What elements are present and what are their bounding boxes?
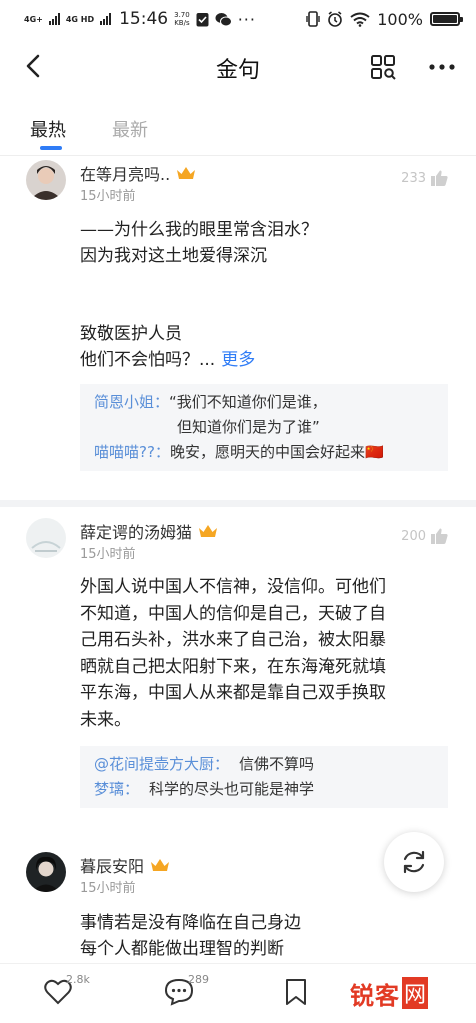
reply-item[interactable]: 简恩小姐： “我们不知道你们是谁， 但知道你们是为了谁”	[94, 390, 434, 440]
comment-body: ——为什么我的眼里常含泪水？ 因为我对这土地爱得深沉 致敬医护人员 他们不会怕吗…	[80, 217, 452, 373]
network-type-2: 4G HD	[65, 14, 95, 24]
bottom-action-bar: 2.8k 289 锐客网	[0, 963, 476, 1023]
comment-item: 薛定谔的汤姆猫 15小时前 200 外国人说中国人不信神，没信仰。可他们 不知道…	[0, 518, 476, 828]
comment-line	[80, 269, 452, 295]
reply-box[interactable]: @花间提壶方大厨： 信佛不算吗 梦璃： 科学的尽头也可能是神学	[80, 746, 448, 808]
comment-line: 因为我对这土地爱得深沉	[80, 246, 267, 266]
tab-hot[interactable]: 最热	[30, 116, 66, 142]
avatar[interactable]	[26, 160, 66, 200]
battery-percent: 100%	[377, 9, 423, 29]
comment-line: 事情若是没有降临在自己身边	[80, 913, 301, 933]
speed-value: 3.70	[174, 11, 190, 19]
divider	[0, 500, 476, 507]
comment-line: 外国人说中国人不信神，没信仰。可他们	[80, 577, 386, 597]
comment-button[interactable]: 289	[164, 973, 224, 1008]
comment-line: 每个人都能做出理智的判断	[80, 939, 284, 959]
watermark-logo: 锐客网	[350, 976, 429, 1010]
tab-bar: 最热 最新	[0, 100, 476, 156]
comment-time: 15小时前	[80, 547, 136, 562]
crown-icon	[199, 525, 218, 537]
comment-line: 己用石头补，洪水来了自己治，被太阳暴	[80, 630, 386, 650]
user-name[interactable]: 薛定谔的汤姆猫	[80, 519, 218, 543]
reply-text-line: “我们不知道你们是谁，	[169, 393, 327, 411]
reply-text: 信佛不算吗	[239, 755, 315, 773]
reply-item[interactable]: 梦璃： 科学的尽头也可能是神学	[94, 777, 434, 802]
reply-user[interactable]: 简恩小姐：	[94, 390, 169, 440]
like-count: 200	[401, 528, 426, 544]
user-name-text[interactable]: 暮辰安阳	[80, 853, 144, 877]
like-count: 2.8k	[66, 973, 90, 986]
comment-time: 15小时前	[80, 881, 136, 896]
bookmark-icon	[286, 979, 306, 1005]
user-name[interactable]: 暮辰安阳	[80, 853, 170, 877]
reply-item[interactable]: @花间提壶方大厨： 信佛不算吗	[94, 752, 434, 777]
speed-unit: KB/s	[174, 19, 190, 27]
comment-body: 事情若是没有降临在自己身边 每个人都能做出理智的判断	[80, 910, 452, 962]
reply-item[interactable]: 喵喵喵??： 晚安，愿明天的中国会好起来🇨🇳	[94, 440, 434, 465]
comment-line-with-more: 他们不会怕吗？... 更多	[80, 347, 452, 373]
like-count: 233	[401, 170, 426, 186]
like-control[interactable]: 233	[401, 170, 448, 186]
crown-icon	[151, 859, 170, 871]
reply-user[interactable]: @花间提壶方大厨：	[94, 752, 229, 777]
comment-line: 致敬医护人员	[80, 324, 182, 344]
comment-line: 未来。	[80, 709, 131, 730]
comment-line: 晒就自己把太阳射下来，在东海淹死就填	[80, 656, 386, 677]
comment-time: 15小时前	[80, 189, 136, 204]
bookmark-button[interactable]	[284, 976, 312, 1008]
battery-icon	[430, 12, 463, 26]
active-tab-indicator	[40, 146, 62, 150]
watermark-box: 网	[402, 977, 429, 1009]
reply-text: 科学的尽头也可能是神学	[149, 780, 315, 798]
comment-line	[80, 295, 452, 321]
more-link[interactable]: 更多	[221, 350, 255, 370]
more-notifications-icon: ···	[237, 9, 256, 29]
watermark-text: 锐客	[350, 981, 400, 1010]
comment-body: 外国人说中国人不信神，没信仰。可他们 不知道，中国人的信仰是自己，天破了自 己用…	[80, 574, 452, 733]
crown-icon	[177, 167, 196, 179]
refresh-button[interactable]	[384, 832, 444, 892]
vibrate-icon	[306, 11, 320, 27]
status-left: 4G+ 4G HD 15:46 3.70 KB/s ···	[24, 9, 256, 29]
reply-user[interactable]: 梦璃：	[94, 777, 139, 802]
network-type-1: 4G+	[24, 14, 43, 24]
reply-text: 晚安，愿明天的中国会好起来🇨🇳	[169, 443, 384, 461]
signal-icon	[48, 13, 60, 25]
tab-new[interactable]: 最新	[112, 116, 148, 142]
comment-line: 平东海，中国人从来都是靠自己双手换取	[80, 683, 386, 703]
reply-text-line: 但知道你们是为了谁”	[177, 418, 320, 436]
thumbs-up-icon[interactable]	[431, 170, 448, 186]
comment-line: 他们不会怕吗？...	[80, 350, 216, 370]
avatar[interactable]	[26, 852, 66, 892]
page-title: 金句	[215, 58, 260, 83]
comment-line: 不知道，中国人的信仰是自己，天破了自	[80, 603, 386, 624]
wechat-icon	[215, 12, 232, 26]
comment-count: 289	[188, 973, 209, 986]
user-name-text[interactable]: 在等月亮吗..	[80, 161, 170, 185]
nav-bar: 金句	[0, 38, 476, 98]
refresh-icon	[403, 850, 425, 874]
like-button[interactable]: 2.8k	[44, 973, 104, 1008]
like-control[interactable]: 200	[401, 528, 448, 544]
reply-box[interactable]: 简恩小姐： “我们不知道你们是谁， 但知道你们是为了谁” 喵喵喵??： 晚安，愿明…	[80, 384, 448, 471]
wifi-icon	[350, 12, 370, 27]
thumbs-up-icon[interactable]	[431, 528, 448, 544]
comment-item: 在等月亮吗.. 15小时前 233 ——为什么我的眼里常含泪水？ 因为我对这土地…	[0, 160, 476, 506]
status-bar: 4G+ 4G HD 15:46 3.70 KB/s ··· 100%	[0, 0, 476, 38]
comment-line: ——为什么我的眼里常含泪水？	[80, 220, 318, 240]
clipboard-check-icon	[196, 12, 209, 26]
reply-user[interactable]: 喵喵喵??：	[94, 440, 170, 465]
clock: 15:46	[119, 9, 169, 29]
qr-code-icon[interactable]	[370, 54, 396, 80]
user-name-text[interactable]: 薛定谔的汤姆猫	[80, 519, 192, 543]
reply-text: “我们不知道你们是谁， 但知道你们是为了谁”	[169, 390, 327, 440]
user-name[interactable]: 在等月亮吗..	[80, 161, 196, 185]
signal-icon	[100, 13, 112, 25]
more-icon[interactable]	[428, 54, 456, 80]
avatar[interactable]	[26, 518, 66, 558]
status-right: 100%	[306, 9, 463, 29]
alarm-icon	[328, 11, 343, 27]
network-speed: 3.70 KB/s	[174, 11, 190, 27]
